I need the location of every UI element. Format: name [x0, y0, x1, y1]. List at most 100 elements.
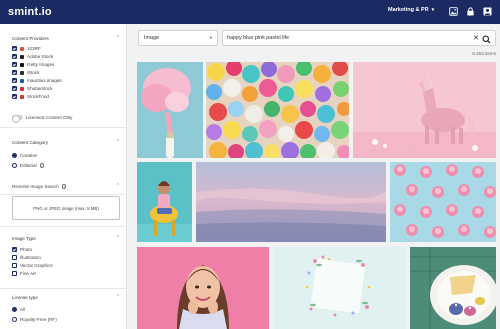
provider-label: Getty Images: [27, 62, 55, 67]
section-title: Reverse Image Search: [12, 184, 59, 189]
result-count: 6.453 items: [472, 51, 496, 56]
result-image-flower-frame-card[interactable]: [273, 247, 406, 329]
chevron-up-icon[interactable]: ⌃: [116, 294, 120, 300]
checkbox[interactable]: [12, 78, 17, 83]
search-icon[interactable]: [482, 35, 491, 44]
image-type-photo[interactable]: Photo: [12, 247, 32, 252]
search-bar[interactable]: happy blue pink pastel life ✕: [222, 30, 496, 46]
provider-logo-icon: [20, 86, 24, 91]
checkbox[interactable]: [12, 247, 17, 252]
result-image-colorful-candies[interactable]: [206, 62, 349, 158]
checkbox[interactable]: [12, 86, 17, 91]
checkbox[interactable]: [12, 255, 17, 260]
provider-123rf[interactable]: 123RF: [12, 46, 41, 51]
search-input[interactable]: happy blue pink pastel life: [227, 35, 289, 41]
provider-logo-icon: [20, 70, 24, 75]
radio-label: Royalty-Free (RF): [20, 317, 57, 322]
workspace-label: Marketing & PR: [388, 7, 429, 13]
content-type-select[interactable]: Image ▾: [138, 30, 218, 46]
user-icon[interactable]: [483, 7, 492, 16]
checkbox[interactable]: [12, 54, 17, 59]
result-image-plate-with-fruit-tarts[interactable]: [410, 247, 496, 329]
result-image-pastel-sky-clouds[interactable]: [196, 162, 386, 242]
section-title: Content Category: [12, 140, 49, 145]
radio-button[interactable]: [12, 163, 17, 168]
provider-logo-icon: [20, 94, 24, 99]
provider-logo-icon: [20, 46, 24, 51]
provider-getty-images[interactable]: Getty Images: [12, 62, 54, 67]
radio-button[interactable]: [12, 307, 17, 312]
provider-label: Adobe Stock: [27, 54, 54, 59]
chevron-up-icon[interactable]: ⌃: [116, 235, 120, 241]
top-navigation-bar: smint. io Marketing & PR ▾: [0, 0, 500, 24]
category-editorial[interactable]: Editorial i: [12, 163, 45, 168]
provider-adobe-stock[interactable]: Adobe Stock: [12, 54, 53, 59]
provider-mauritius-images[interactable]: mauritius images: [12, 78, 62, 83]
provider-logo-icon: [20, 78, 24, 83]
section-title-row: Reverse Image Search i: [12, 184, 67, 189]
info-icon[interactable]: i: [61, 184, 67, 189]
image-type-illustration[interactable]: Illustration: [12, 255, 41, 260]
provider-shutterstock[interactable]: Shutterstock: [12, 86, 53, 91]
provider-label: mauritius images: [27, 78, 62, 83]
image-type-vector[interactable]: Vector Graphics: [12, 263, 53, 268]
checkbox-label: Illustration: [20, 255, 41, 260]
lock-icon[interactable]: [466, 7, 475, 16]
category-creative[interactable]: Creative: [12, 153, 37, 158]
result-image-pink-macarons-pattern[interactable]: [390, 162, 496, 242]
checkbox[interactable]: [12, 94, 17, 99]
checkbox-label: Vector Graphics: [20, 263, 53, 268]
dropzone-text: PNG or JPEG image (max. 5 MB): [33, 205, 99, 211]
result-image-smiling-woman-portrait[interactable]: [137, 247, 269, 329]
section-title: License type: [12, 295, 38, 300]
content-providers-section: Content Providers ⌃ 123RF Adobe Stock Ge…: [0, 24, 126, 128]
checkbox-label: Fine Art: [20, 271, 36, 276]
checkbox[interactable]: [12, 263, 17, 268]
select-value: Image: [144, 35, 159, 41]
chevron-up-icon[interactable]: ⌃: [116, 183, 120, 189]
image-icon[interactable]: [449, 7, 458, 16]
image-upload-dropzone[interactable]: PNG or JPEG image (max. 5 MB): [12, 196, 120, 220]
license-all[interactable]: All: [12, 307, 25, 312]
filter-sidebar: Content Providers ⌃ 123RF Adobe Stock Ge…: [0, 24, 127, 329]
section-title: Image Type: [12, 236, 36, 241]
clear-icon[interactable]: ✕: [473, 34, 479, 42]
result-image-pink-smoke-bottle[interactable]: [137, 62, 203, 158]
provider-label: iStock: [27, 70, 40, 75]
image-type-section: Image Type ⌃ Photo Illustration Vector G…: [0, 227, 126, 289]
radio-label: All: [20, 307, 26, 312]
chevron-up-icon[interactable]: ⌃: [116, 35, 120, 41]
section-title: Content Providers: [12, 36, 49, 41]
chevron-down-icon: ▾: [431, 7, 435, 13]
provider-stockfood[interactable]: StockFood: [12, 94, 49, 99]
logo-text: smint: [8, 6, 39, 18]
toggle-switch[interactable]: [12, 114, 23, 123]
app-logo[interactable]: smint. io: [8, 6, 52, 18]
radio-label: Creative: [20, 153, 38, 158]
checkbox-label: Photo: [20, 247, 33, 252]
result-image-woman-yellow-chair[interactable]: [137, 162, 192, 242]
provider-label: 123RF: [27, 46, 41, 51]
workspace-selector[interactable]: Marketing & PR ▾: [388, 7, 434, 13]
radio-button[interactable]: [12, 153, 17, 158]
checkbox[interactable]: [12, 70, 17, 75]
licensed-content-toggle[interactable]: Licensed Content Only: [12, 114, 73, 123]
provider-istock[interactable]: iStock: [12, 70, 40, 75]
chevron-down-icon: ▾: [209, 35, 212, 40]
license-royalty-free[interactable]: Royalty-Free (RF): [12, 317, 57, 322]
info-icon[interactable]: i: [39, 163, 45, 168]
result-image-pink-unicorn-toy[interactable]: [353, 62, 496, 158]
radio-label: Editorial: [20, 163, 37, 168]
image-type-fine-art[interactable]: Fine Art: [12, 271, 36, 276]
radio-button[interactable]: [12, 317, 17, 322]
logo-suffix: io: [41, 6, 52, 18]
checkbox[interactable]: [12, 271, 17, 276]
chevron-up-icon[interactable]: ⌃: [116, 139, 120, 145]
provider-label: StockFood: [27, 94, 49, 99]
provider-logo-icon: [20, 62, 24, 67]
provider-label: Shutterstock: [27, 86, 53, 91]
checkbox[interactable]: [12, 62, 17, 67]
provider-logo-icon: [20, 54, 24, 59]
toggle-label: Licensed Content Only: [26, 115, 73, 120]
checkbox[interactable]: [12, 46, 17, 51]
